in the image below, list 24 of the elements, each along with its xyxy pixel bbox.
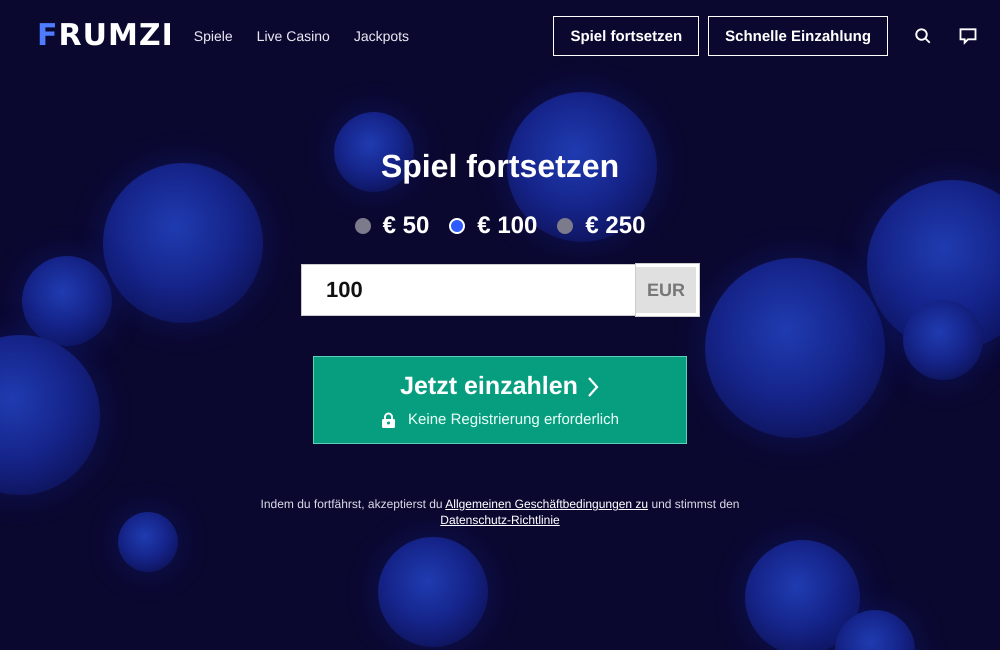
header-button[interactable]: Schnelle Einzahlung	[708, 16, 888, 56]
page-title: Spiel fortsetzen	[380, 148, 620, 185]
amount-label: € 100	[477, 212, 538, 240]
nav-link[interactable]: Live Casino	[256, 28, 330, 44]
amount-field[interactable]: 100	[301, 264, 636, 316]
lock-icon	[381, 412, 396, 428]
amount-option[interactable]: € 100	[449, 212, 538, 240]
radio-icon[interactable]	[449, 218, 466, 234]
legal-text: Indem du fortfährst, akzeptierst du Allgemeinen Geschäftbedingungen zu und stimmst den Datenschutz-Richtlinie	[260, 496, 740, 528]
logo[interactable]: FRUMZI	[37, 21, 174, 51]
currency-label: EUR	[636, 264, 699, 316]
privacy-link[interactable]: Datenschutz-Richtlinie	[440, 513, 560, 527]
amount-option[interactable]: € 50	[354, 212, 430, 240]
nav-link[interactable]: Spiele	[194, 28, 233, 44]
header-button[interactable]: Spiel fortsetzen	[553, 16, 700, 56]
amount-label: € 250	[585, 212, 646, 240]
terms-link[interactable]: Allgemeinen Geschäftbedingungen zu	[445, 497, 648, 511]
nav-link[interactable]: Jackpots	[354, 28, 410, 44]
amount-option[interactable]: € 250	[557, 212, 646, 240]
search-icon[interactable]	[914, 27, 932, 45]
chat-icon[interactable]	[958, 26, 978, 46]
chevron-icon	[586, 376, 600, 398]
amount-label: € 50	[382, 212, 430, 240]
radio-icon[interactable]	[354, 218, 371, 234]
